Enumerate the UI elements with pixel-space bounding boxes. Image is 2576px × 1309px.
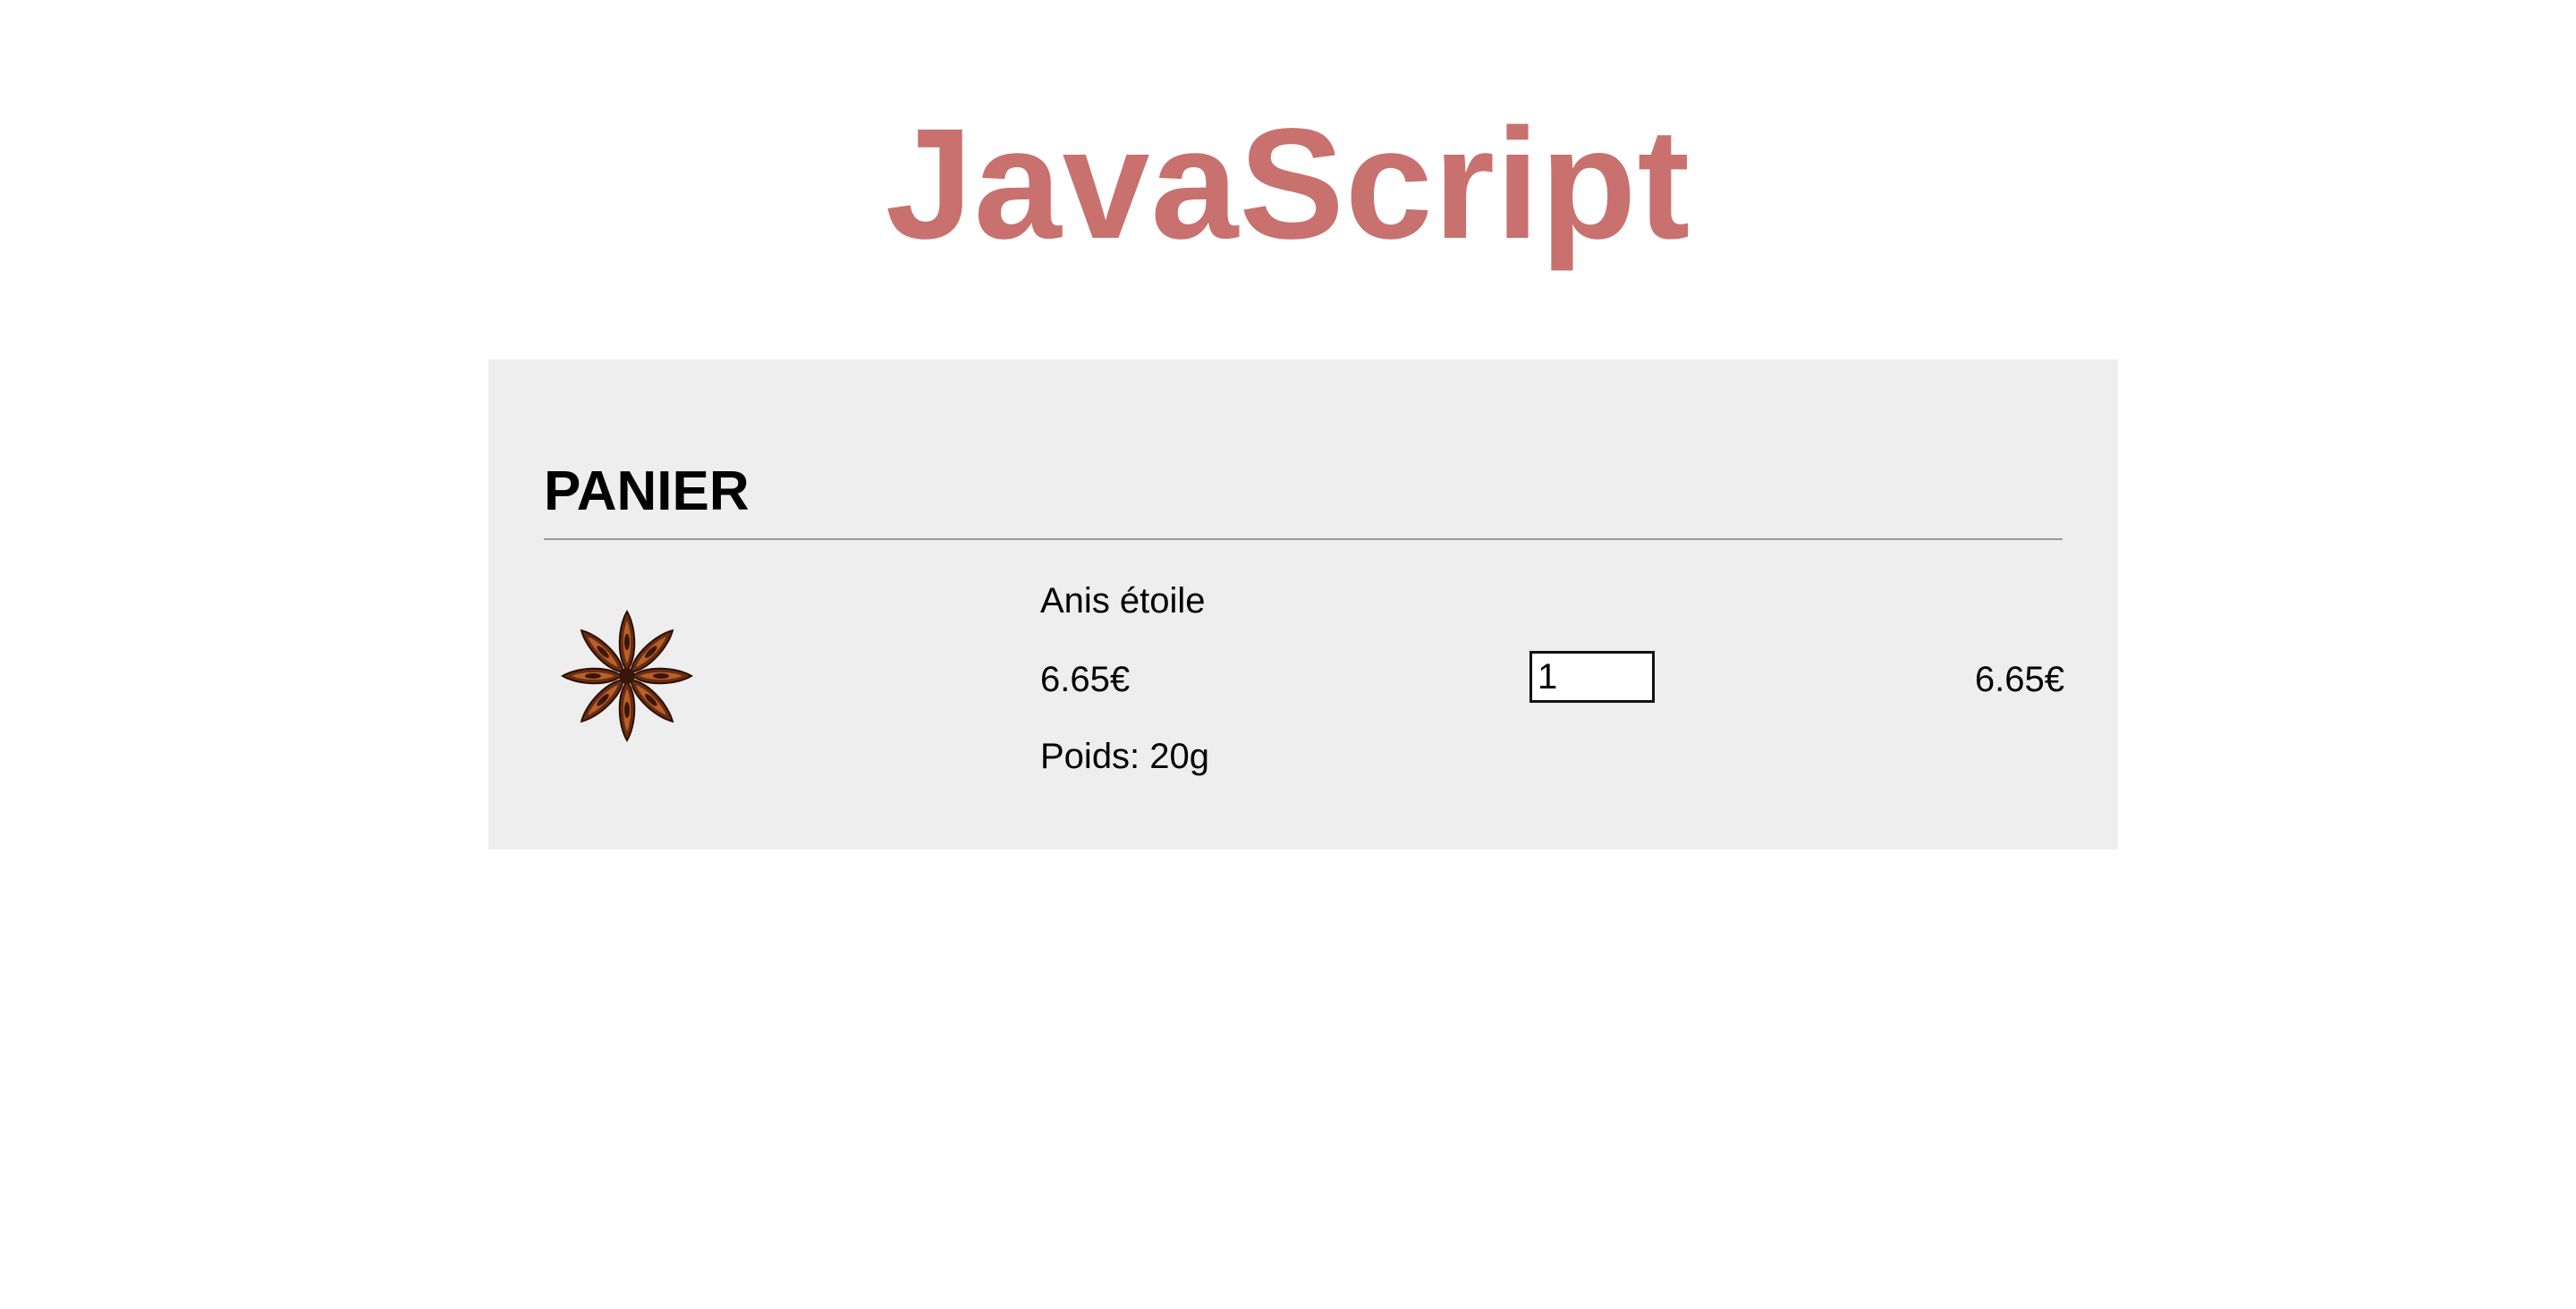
- cart-heading: PANIER: [544, 460, 750, 522]
- cart-divider: [544, 538, 2063, 540]
- site-title: JavaScript: [885, 97, 1691, 272]
- page: JavaScript PANIER Anis étoile 6.65€ Poid…: [0, 0, 2576, 1309]
- line-total: 6.65€: [1974, 660, 2064, 699]
- star-anise-icon: [551, 597, 703, 749]
- product-weight: Poids: 20g: [1040, 737, 1210, 776]
- quantity-input[interactable]: [1530, 651, 1655, 703]
- product-price: 6.65€: [1040, 660, 1131, 699]
- product-name: Anis étoile: [1040, 581, 1206, 621]
- cart-panel: PANIER Anis étoile 6.65€ Poids: 20g 1 6.…: [488, 359, 2118, 849]
